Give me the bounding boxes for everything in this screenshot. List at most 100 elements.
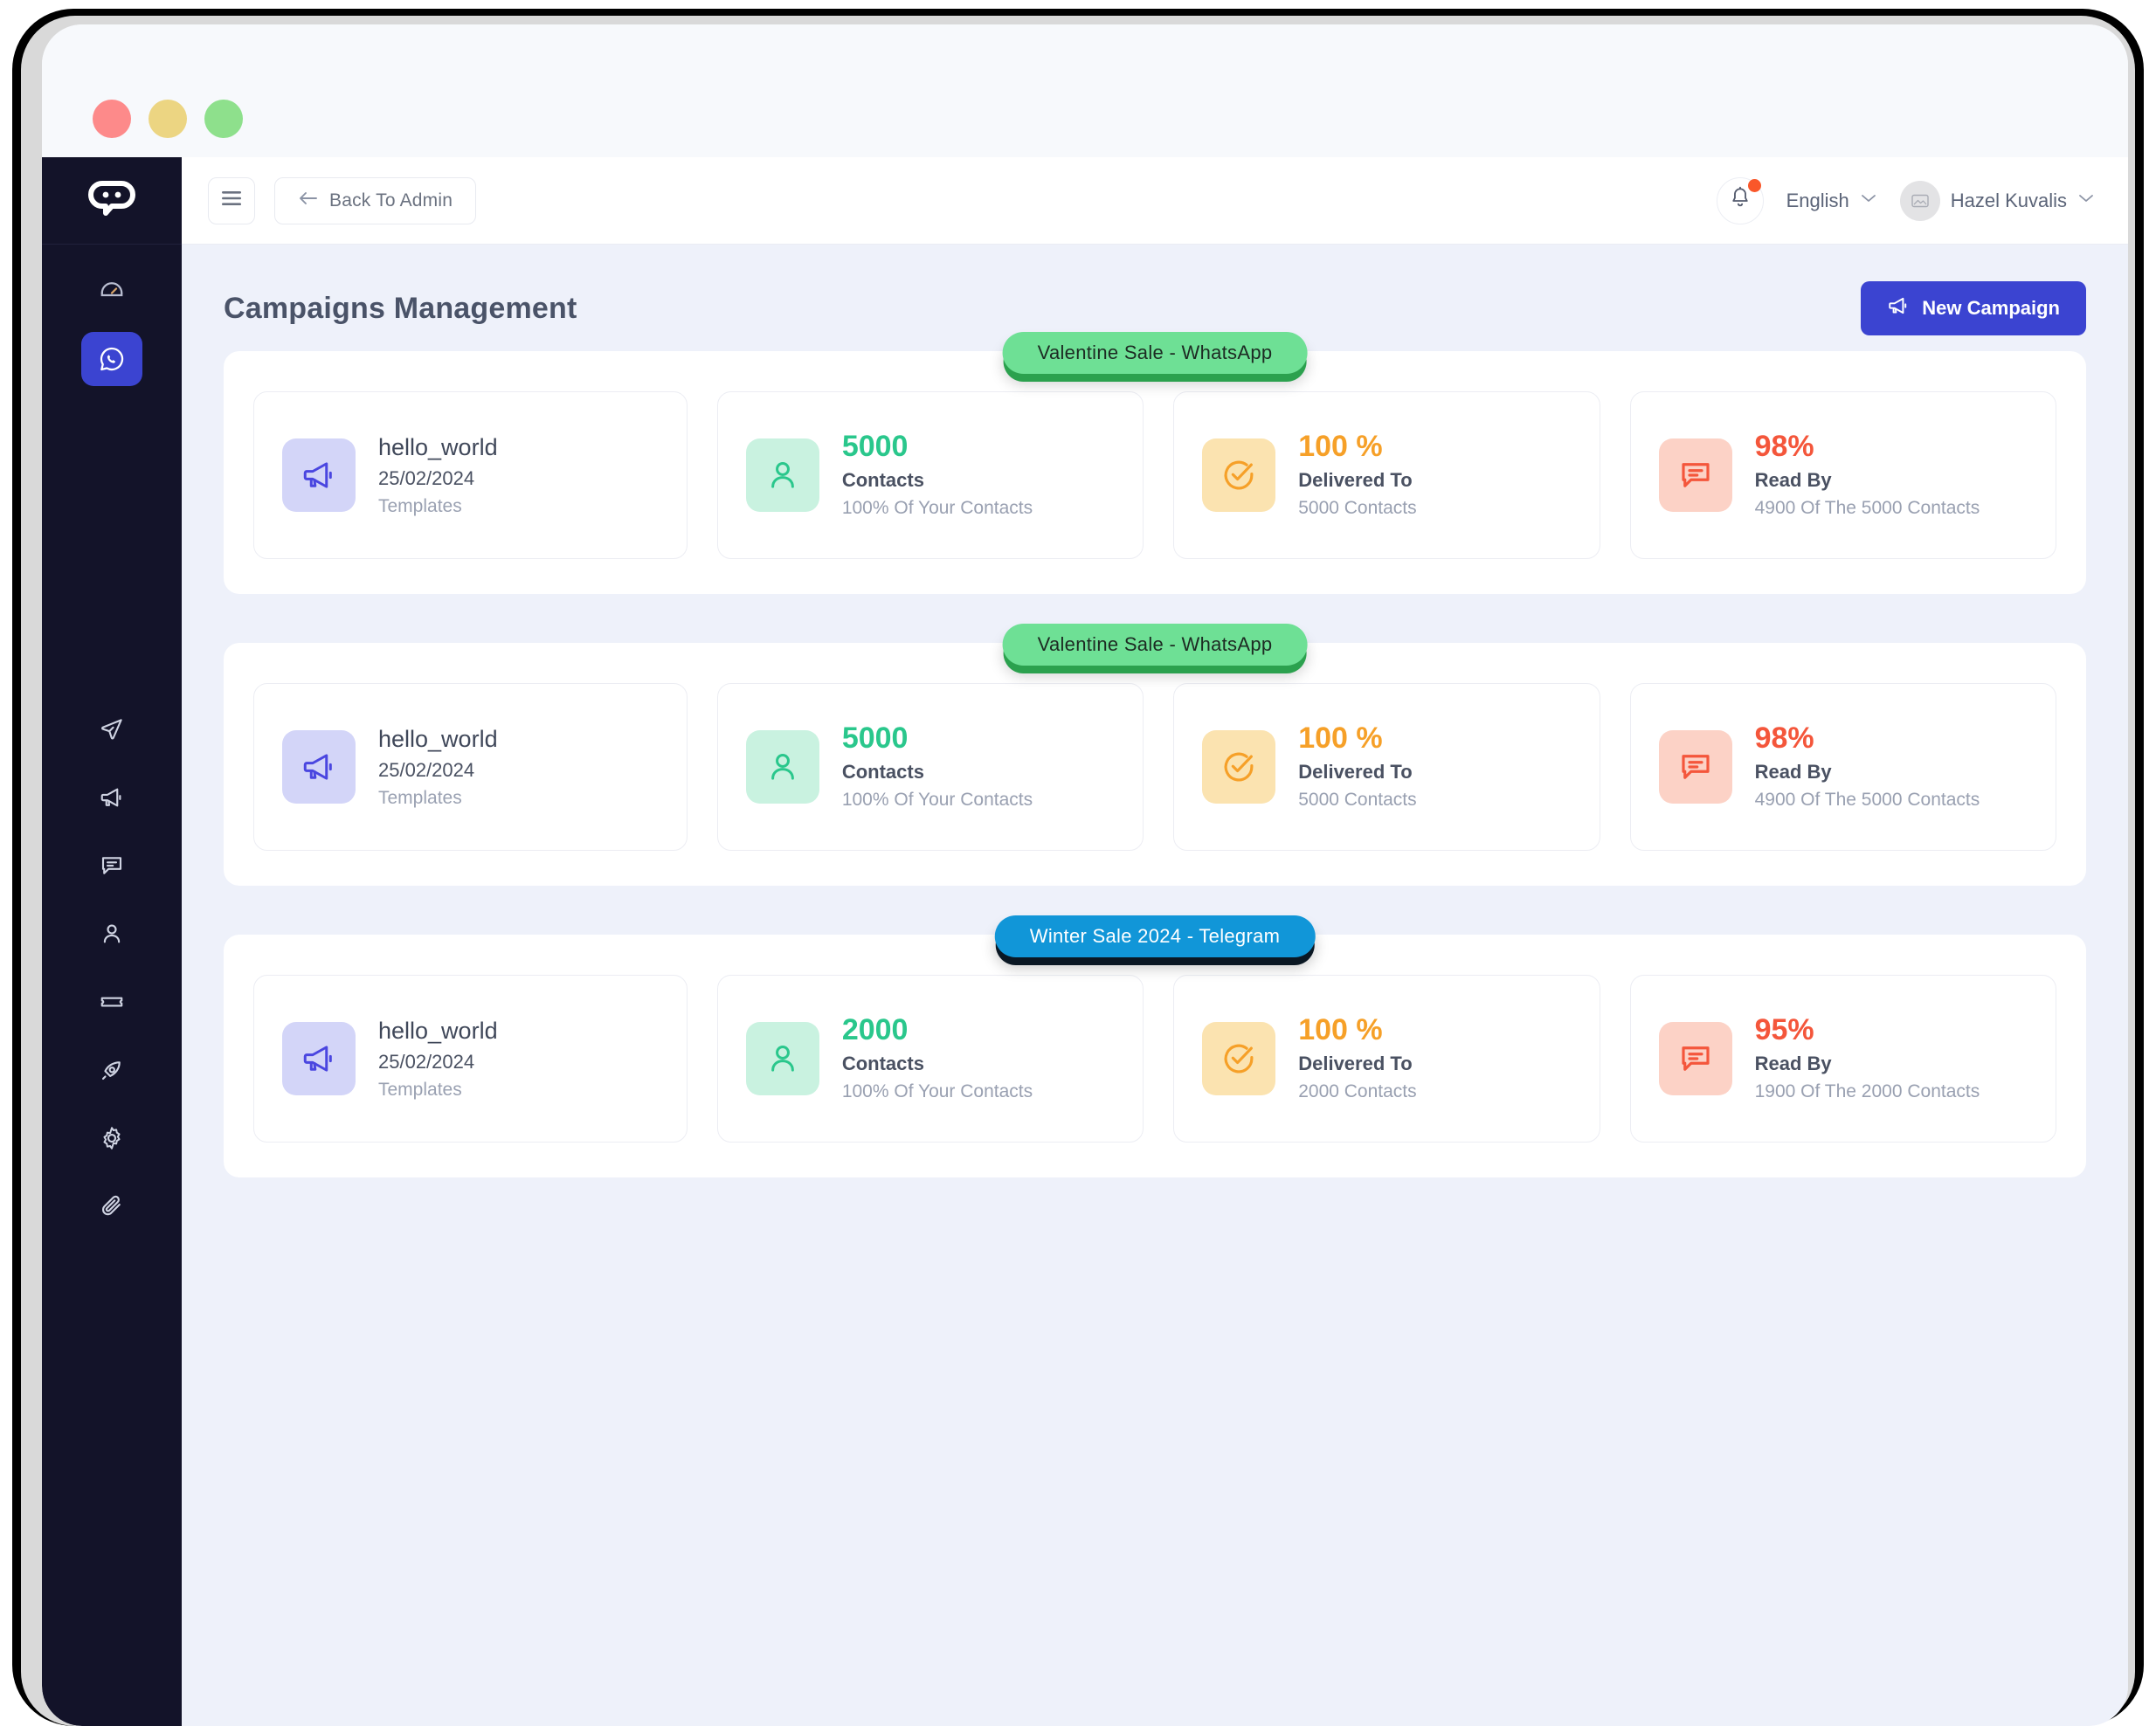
- template-date: 25/02/2024: [378, 466, 475, 489]
- campaign-stat-card[interactable]: 100 % Delivered To 5000 Contacts: [1173, 391, 1600, 559]
- campaign-template-card[interactable]: hello_world 25/02/2024 Templates: [253, 391, 688, 559]
- sidebar-item-chats[interactable]: [42, 835, 182, 896]
- stat-sublabel: 100% Of Your Contacts: [841, 789, 1033, 810]
- sidebar-primary-nav: [42, 260, 182, 397]
- sidebar-item-send[interactable]: [42, 699, 182, 760]
- user-icon: [745, 730, 819, 804]
- campaign-panel: hello_world 25/02/2024 Templates 5000 Co…: [224, 351, 2086, 594]
- back-to-admin-button[interactable]: Back To Admin: [274, 176, 477, 224]
- sidebar-item-whatsapp[interactable]: [42, 328, 182, 390]
- stat-label: Contacts: [841, 1052, 924, 1074]
- stat-value: 98%: [1754, 430, 1814, 464]
- megaphone-icon: [282, 438, 356, 512]
- campaign-stat-card[interactable]: 98% Read By 4900 Of The 5000 Contacts: [1629, 391, 2056, 559]
- sidebar-secondary-nav: [42, 699, 182, 1244]
- ticket-icon: [99, 989, 125, 1015]
- stat-sublabel: 2000 Contacts: [1298, 1080, 1417, 1101]
- campaign-stat-card[interactable]: 2000 Contacts 100% Of Your Contacts: [716, 975, 1144, 1143]
- stat-label: Contacts: [841, 468, 924, 491]
- stat-label: Delivered To: [1298, 468, 1413, 491]
- notifications-button[interactable]: [1716, 176, 1764, 224]
- stat-label: Read By: [1754, 468, 1832, 491]
- user-name-label: Hazel Kuvalis: [1950, 189, 2067, 211]
- stat-label: Delivered To: [1298, 760, 1413, 783]
- chevron-down-icon: [2077, 192, 2095, 209]
- campaign-list: Valentine Sale - WhatsApp hello_world 25…: [224, 332, 2086, 1177]
- campaign-stat-card[interactable]: 100 % Delivered To 5000 Contacts: [1173, 683, 1600, 851]
- main-content: Campaigns Management New Campaign Valent…: [182, 245, 2128, 1726]
- template-name: hello_world: [378, 433, 498, 460]
- paperclip-icon: [99, 1193, 125, 1219]
- campaign-panel: hello_world 25/02/2024 Templates 2000 Co…: [224, 935, 2086, 1177]
- dashboard-icon: [99, 278, 125, 304]
- megaphone-icon: [1887, 294, 1910, 322]
- campaign-stat-card[interactable]: 5000 Contacts 100% Of Your Contacts: [716, 683, 1144, 851]
- chat-icon: [1658, 730, 1732, 804]
- bell-icon: [1729, 186, 1752, 215]
- template-date: 25/02/2024: [378, 758, 475, 781]
- megaphone-icon: [99, 784, 125, 811]
- stat-sublabel: 100% Of Your Contacts: [841, 497, 1033, 518]
- sidebar-item-tickets[interactable]: [42, 971, 182, 1032]
- check-circle-icon: [1202, 438, 1276, 512]
- sidebar-item-settings[interactable]: [42, 1108, 182, 1169]
- window-minimize-button[interactable]: [149, 100, 187, 138]
- header-actions: English Hazel Kuvalis: [1716, 176, 2095, 224]
- campaign-badge[interactable]: Valentine Sale - WhatsApp: [1002, 624, 1308, 666]
- stat-sublabel: 4900 Of The 5000 Contacts: [1754, 789, 1980, 810]
- chat-icon: [1658, 1022, 1732, 1095]
- campaign-badge[interactable]: Valentine Sale - WhatsApp: [1002, 332, 1308, 374]
- campaign-template-card[interactable]: hello_world 25/02/2024 Templates: [253, 975, 688, 1143]
- application-root: Back To Admin English Hazel Kuvalis Camp…: [42, 157, 2128, 1726]
- window-close-button[interactable]: [93, 100, 131, 138]
- stat-value: 5000: [841, 721, 909, 756]
- send-icon: [99, 716, 125, 742]
- avatar: [1899, 180, 1940, 221]
- stat-sublabel: 1900 Of The 2000 Contacts: [1754, 1080, 1980, 1101]
- arrow-left-icon: [298, 190, 319, 211]
- template-category: Templates: [378, 787, 462, 808]
- campaign-panel: hello_world 25/02/2024 Templates 5000 Co…: [224, 643, 2086, 886]
- sidebar-item-contacts[interactable]: [42, 903, 182, 964]
- campaign-stat-card[interactable]: 95% Read By 1900 Of The 2000 Contacts: [1629, 975, 2056, 1143]
- stat-value: 2000: [841, 1013, 909, 1047]
- back-to-admin-label: Back To Admin: [329, 190, 453, 211]
- user-menu[interactable]: Hazel Kuvalis: [1899, 180, 2095, 221]
- campaign-block: Winter Sale 2024 - Telegram hello_world …: [224, 915, 2086, 1177]
- chat-icon: [99, 853, 125, 879]
- campaign-stat-card[interactable]: 98% Read By 4900 Of The 5000 Contacts: [1629, 683, 2056, 851]
- window-maximize-button[interactable]: [204, 100, 243, 138]
- campaign-block: Valentine Sale - WhatsApp hello_world 25…: [224, 332, 2086, 594]
- chevron-down-icon: [1860, 192, 1877, 209]
- window-titlebar: [42, 24, 2128, 157]
- sidebar-item-compose[interactable]: [42, 1039, 182, 1101]
- campaign-template-card[interactable]: hello_world 25/02/2024 Templates: [253, 683, 688, 851]
- campaign-stat-card[interactable]: 100 % Delivered To 2000 Contacts: [1173, 975, 1600, 1143]
- megaphone-icon: [282, 1022, 356, 1095]
- template-name: hello_world: [378, 1017, 498, 1044]
- stat-value: 95%: [1754, 1013, 1814, 1047]
- stat-sublabel: 100% Of Your Contacts: [841, 1080, 1033, 1101]
- template-date: 25/02/2024: [378, 1050, 475, 1073]
- stat-value: 100 %: [1298, 721, 1383, 756]
- new-campaign-button[interactable]: New Campaign: [1861, 281, 2086, 335]
- campaign-stat-card[interactable]: 5000 Contacts 100% Of Your Contacts: [716, 391, 1144, 559]
- app-logo[interactable]: [42, 157, 182, 245]
- stat-label: Delivered To: [1298, 1052, 1413, 1074]
- user-icon: [745, 1022, 819, 1095]
- sidebar-item-attachments[interactable]: [42, 1176, 182, 1237]
- sidebar-toggle-button[interactable]: [208, 176, 255, 224]
- stat-value: 5000: [841, 430, 909, 464]
- whatsapp-icon: [98, 345, 126, 373]
- sidebar-item-dashboard[interactable]: [42, 260, 182, 321]
- sidebar-item-campaigns[interactable]: [42, 767, 182, 828]
- stat-value: 100 %: [1298, 430, 1383, 464]
- stat-label: Contacts: [841, 760, 924, 783]
- campaign-badge[interactable]: Winter Sale 2024 - Telegram: [994, 915, 1316, 957]
- gear-icon: [99, 1125, 125, 1151]
- language-selector[interactable]: English: [1786, 190, 1877, 212]
- user-icon: [99, 921, 125, 947]
- user-icon: [745, 438, 819, 512]
- stat-value: 100 %: [1298, 1013, 1383, 1047]
- hamburger-icon: [220, 190, 243, 211]
